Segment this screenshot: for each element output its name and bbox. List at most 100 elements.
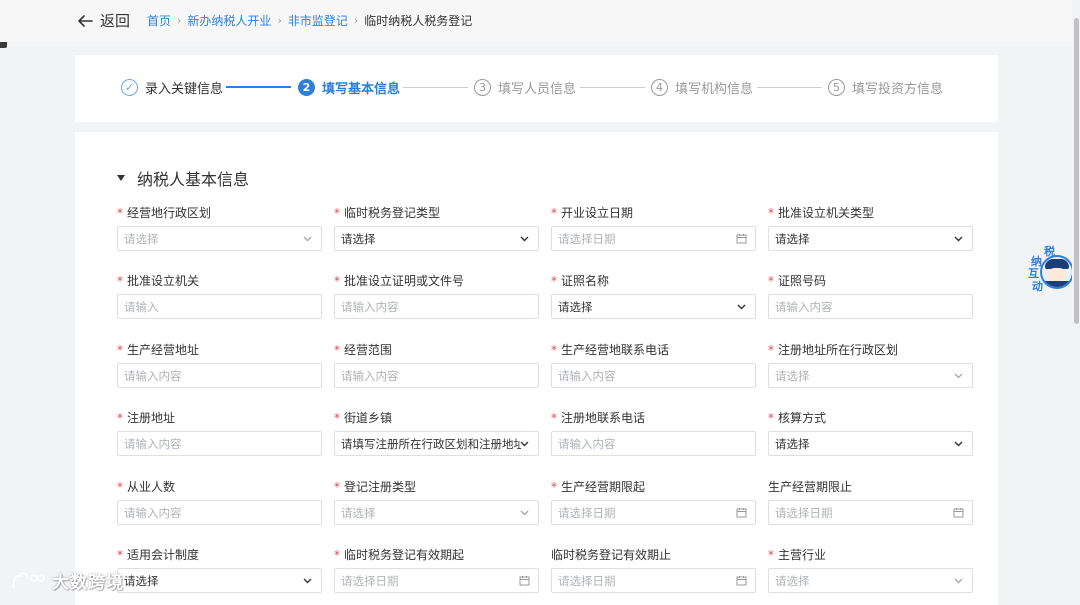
field-label-text: 证照号码 (778, 274, 827, 288)
text-input[interactable]: 请输入内容 (334, 294, 539, 319)
field-label: * 批准设立证明或文件号 (334, 274, 539, 288)
text-input[interactable]: 请输入内容 (334, 363, 539, 388)
date-picker[interactable]: 请选择日期 (551, 500, 756, 525)
text-input[interactable]: 请输入内容 (551, 363, 756, 388)
field-label-text: 生产经营地联系电话 (561, 343, 670, 357)
date-picker[interactable]: 请选择日期 (551, 226, 756, 251)
required-mark: * (334, 548, 340, 562)
field-value: 请输入内容 (775, 299, 833, 314)
field-label-text: 临时税务登记有效期起 (344, 548, 465, 562)
taxpayer-interaction-widget[interactable]: 纳 税 互 动 (1028, 243, 1076, 297)
field-label: * 临时税务登记类型 (334, 206, 539, 220)
select-input[interactable]: 请选择 (334, 226, 539, 251)
field-label: * 从业人数 (117, 480, 322, 494)
chevron-down-icon (953, 233, 964, 244)
date-picker[interactable]: 请选择日期 (334, 568, 539, 593)
field-value: 请输入内容 (124, 368, 182, 383)
breadcrumb-new-taxpayer[interactable]: 新办纳税人开业 (187, 12, 271, 29)
field-label: * 登记注册类型 (334, 480, 539, 494)
date-picker[interactable]: 请选择日期 (551, 568, 756, 593)
select-input[interactable]: 请选择 (334, 500, 539, 525)
back-label: 返回 (100, 12, 131, 30)
field-label-text: 证照名称 (561, 274, 610, 288)
required-mark: * (768, 274, 774, 288)
field-label-text: 生产经营期限止 (768, 480, 853, 494)
select-input[interactable]: 请选择 (117, 568, 322, 593)
field-label: 临时税务登记有效期止 (551, 548, 756, 562)
top-bar: 返回 首页 › 新办纳税人开业 › 非市监登记 › 临时纳税人税务登记 (0, 0, 1072, 42)
watermark: 大数跨境 (10, 568, 124, 593)
form-field: 生产经营期限止请选择日期 (768, 480, 973, 525)
select-input[interactable]: 请选择 (768, 431, 973, 456)
field-label-text: 批准设立机关 (127, 274, 200, 288)
field-label-text: 开业设立日期 (561, 206, 634, 220)
chevron-down-icon (736, 301, 747, 312)
step-1[interactable]: ✓ 录入关键信息 (121, 78, 223, 97)
breadcrumb: 首页 › 新办纳税人开业 › 非市监登记 › 临时纳税人税务登记 (147, 12, 472, 29)
field-label: * 经营地行政区划 (117, 206, 322, 220)
step-label: 填写人员信息 (498, 82, 577, 97)
form-field: * 证照号码请输入内容 (768, 274, 973, 319)
field-label-text: 生产经营地址 (127, 343, 200, 357)
text-input[interactable]: 请输入内容 (551, 431, 756, 456)
field-label: * 证照号码 (768, 274, 973, 288)
form-field: 临时税务登记有效期止请选择日期 (551, 548, 756, 593)
required-mark: * (334, 411, 340, 425)
field-label: * 注册地址所在行政区划 (768, 343, 973, 357)
step-2[interactable]: 2 填写基本信息 (298, 78, 400, 97)
field-label: * 注册地联系电话 (551, 411, 756, 425)
field-value: 请选择日期 (558, 573, 616, 588)
section-header[interactable]: 纳税人基本信息 (117, 166, 249, 190)
form-field: * 批准设立机关 请输入 (117, 274, 322, 319)
field-value: 请输入 (124, 299, 159, 314)
field-value: 请输入内容 (124, 436, 182, 451)
text-input[interactable]: 请输入 (117, 294, 322, 319)
text-input[interactable]: 请输入内容 (117, 363, 322, 388)
breadcrumb-home[interactable]: 首页 (147, 12, 171, 29)
field-label: * 主营行业 (768, 548, 973, 562)
field-label-text: 生产经营期限起 (561, 480, 646, 494)
text-input[interactable]: 请输入内容 (117, 431, 322, 456)
form-field: * 生产经营地址 请输入内容 (117, 343, 322, 388)
chevron-down-icon (519, 438, 530, 449)
required-mark: * (551, 206, 557, 220)
form-field: * 开业设立日期请选择日期 (551, 206, 756, 251)
field-label: * 生产经营地联系电话 (551, 343, 756, 357)
field-label-text: 注册地址所在行政区划 (778, 343, 899, 357)
field-value: 请填写注册所在行政区划和注册地址 (341, 436, 521, 451)
required-mark: * (768, 411, 774, 425)
field-label: * 生产经营期限起 (551, 480, 756, 494)
step-5[interactable]: 5 填写投资方信息 (828, 78, 943, 97)
scrollbar-thumb[interactable] (1074, 18, 1079, 324)
field-value: 请输入内容 (341, 299, 399, 314)
select-input[interactable]: 请填写注册所在行政区划和注册地址 (334, 431, 539, 456)
text-input[interactable]: 请输入内容 (117, 500, 322, 525)
date-picker[interactable]: 请选择日期 (768, 500, 973, 525)
required-mark: * (768, 343, 774, 357)
step-label: 填写基本信息 (322, 82, 401, 97)
field-label: * 证照名称 (551, 274, 756, 288)
text-input[interactable]: 请输入内容 (768, 294, 973, 319)
step-4[interactable]: 4 填写机构信息 (651, 78, 753, 97)
watermark-text: 大数跨境 (52, 573, 124, 593)
select-input[interactable]: 请选择 (768, 568, 973, 593)
step-connector (580, 87, 645, 88)
select-input[interactable]: 请选择 (551, 294, 756, 319)
section-title: 纳税人基本信息 (137, 170, 250, 189)
step-3[interactable]: 3 填写人员信息 (474, 78, 576, 97)
required-mark: * (117, 548, 123, 562)
scrollbar[interactable] (1072, 0, 1080, 605)
breadcrumb-non-market-registration[interactable]: 非市监登记 (288, 12, 348, 29)
field-label-text: 登记注册类型 (344, 480, 417, 494)
select-input[interactable]: 请选择 (768, 363, 973, 388)
required-mark: * (117, 206, 123, 220)
back-button[interactable]: 返回 (76, 10, 130, 31)
step-label: 填写投资方信息 (852, 82, 944, 97)
required-mark: * (768, 206, 774, 220)
select-input[interactable]: 请选择 (768, 226, 973, 251)
required-mark: * (334, 206, 340, 220)
arrow-left-icon (76, 12, 94, 30)
select-input[interactable]: 请选择 (117, 226, 322, 251)
field-label-text: 批准设立证明或文件号 (344, 274, 465, 288)
field-value: 请输入内容 (558, 436, 616, 451)
